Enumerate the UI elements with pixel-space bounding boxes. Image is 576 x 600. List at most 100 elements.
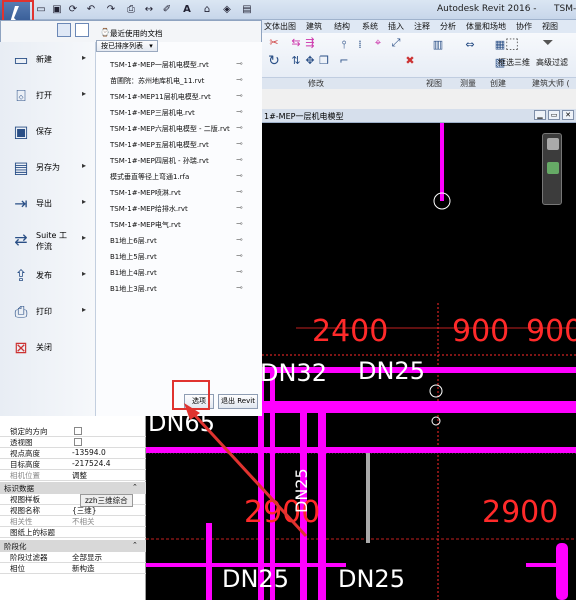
measure-icon[interactable]: ↔ — [142, 3, 156, 17]
pin-icon[interactable]: ⊸ — [236, 187, 243, 196]
view-window-titlebar[interactable]: 1#-MEP一层机电模型 ▁ ▭ ✕ — [262, 109, 576, 123]
recent-file-item[interactable]: 模式垂直等径上弯通1.rfa ⊸ — [96, 170, 262, 184]
menu-item-suite-workflows[interactable]: ⇄ Suite 工作流 ▸ — [0, 222, 96, 258]
switch-windows-icon[interactable]: ▤ — [240, 3, 254, 17]
cut-icon[interactable]: ✂ — [268, 37, 280, 49]
filter-icon[interactable]: ⏷ — [540, 36, 556, 53]
pin-icon[interactable]: ⊸ — [236, 267, 243, 276]
property-row[interactable]: 视点高度 -13594.0 — [0, 448, 146, 459]
tab-view[interactable]: 视图 — [542, 21, 558, 32]
tab-analyze[interactable]: 分析 — [440, 21, 456, 32]
tab-insert[interactable]: 插入 — [388, 21, 404, 32]
property-value[interactable]: -13594.0 — [72, 448, 106, 457]
close-view-button[interactable]: ✕ — [562, 110, 574, 120]
property-section-header[interactable]: 阶段化 ⌃ — [0, 540, 146, 552]
recent-file-item[interactable]: TSM-1#-MEP六层机电模型 - 二版.rvt ⊸ — [96, 122, 262, 136]
property-row[interactable]: 相机位置 调整 — [0, 470, 146, 481]
redo-icon[interactable]: ↷ — [104, 3, 118, 17]
view-tools-icon[interactable]: ▥ — [432, 39, 444, 51]
recent-file-item[interactable]: 苗圃院：苏州地库机电_11.rvt ⊸ — [96, 74, 262, 88]
section-icon[interactable]: ◈ — [220, 3, 234, 17]
property-row[interactable]: 透视图 — [0, 437, 146, 448]
tab-massing[interactable]: 体量和场地 — [466, 21, 506, 32]
rotate-icon[interactable]: ↻ — [268, 54, 280, 68]
delete-icon[interactable]: ✖ — [404, 55, 416, 67]
pin-icon[interactable]: ⊸ — [236, 251, 243, 260]
recent-file-item[interactable]: B1地上4层.rvt ⊸ — [96, 266, 262, 280]
property-row[interactable]: 阶段过滤器 全部显示 — [0, 552, 146, 563]
array-icon[interactable]: ⁞ — [354, 39, 366, 51]
box-3d-button[interactable]: 框选三维 — [498, 57, 530, 68]
recent-file-item[interactable]: TSM-1#-MEP五层机电模型.rvt ⊸ — [96, 138, 262, 152]
advanced-filter-button[interactable]: 高级过滤 — [536, 57, 568, 68]
recent-file-item[interactable]: B1地上5层.rvt ⊸ — [96, 250, 262, 264]
property-row[interactable]: 目标高度 -217524.4 — [0, 459, 146, 470]
pin-icon[interactable]: ⌖ — [372, 37, 384, 49]
pin-icon[interactable]: ⊸ — [236, 139, 243, 148]
pin-icon[interactable]: ⊸ — [236, 75, 243, 84]
pin-icon[interactable]: ⊸ — [236, 171, 243, 180]
save-icon[interactable]: ▣ — [50, 3, 64, 17]
copy-icon[interactable]: ❐ — [318, 55, 330, 67]
pin-icon[interactable]: ⊸ — [236, 59, 243, 68]
property-row[interactable]: 视图样板 zzh三维综合 — [0, 494, 146, 507]
tab-collaborate[interactable]: 协作 — [516, 21, 532, 32]
tab-annotate[interactable]: 注释 — [414, 21, 430, 32]
open-icon[interactable]: ▭ — [34, 3, 48, 17]
restore-view-button[interactable]: ▭ — [548, 110, 560, 120]
recent-documents-icon[interactable] — [75, 23, 89, 37]
recent-file-item[interactable]: TSM-1#-MEP四层机 - 孙瑞.rvt ⊸ — [96, 154, 262, 168]
pin-icon[interactable]: ⊸ — [236, 203, 243, 212]
print-icon[interactable]: ⎙ — [124, 3, 138, 17]
property-value[interactable]: {三维} — [72, 505, 97, 516]
property-section-header[interactable]: 标识数据 ⌃ — [0, 482, 146, 494]
zoom-icon[interactable] — [547, 162, 559, 174]
tab-architecture[interactable]: 建筑 — [306, 21, 322, 32]
recent-file-item[interactable]: TSM-1#-MEP11层机电模型.rvt ⊸ — [96, 90, 262, 104]
menu-item-new[interactable]: ▭ 新建 ▸ — [0, 42, 96, 78]
collapse-icon[interactable]: ⌃ — [132, 541, 138, 549]
pin-icon[interactable]: ⊸ — [236, 235, 243, 244]
recent-file-item[interactable]: B1地上3层.rvt ⊸ — [96, 282, 262, 296]
property-value[interactable]: -217524.4 — [72, 459, 111, 468]
recent-file-item[interactable]: B1地上6层.rvt ⊸ — [96, 234, 262, 248]
text-icon[interactable]: A — [180, 3, 194, 17]
navigation-bar[interactable] — [542, 133, 562, 205]
recent-file-item[interactable]: TSM-1#-MEP喷淋.rvt ⊸ — [96, 186, 262, 200]
undo-icon[interactable]: ↶ — [84, 3, 98, 17]
open-documents-icon[interactable] — [57, 23, 71, 37]
minimize-view-button[interactable]: ▁ — [534, 110, 546, 120]
sync-icon[interactable]: ⟳ — [66, 3, 80, 17]
property-value[interactable]: 新构造 — [72, 563, 95, 574]
mirror-icon[interactable]: ⇅ — [290, 55, 302, 67]
tab-annotation-output[interactable]: 文体出图 — [264, 21, 296, 32]
box-3d-icon[interactable]: ⬚ — [504, 36, 520, 53]
menu-item-save-as[interactable]: ▤ 另存为 ▸ — [0, 150, 96, 186]
pin-icon[interactable]: ⊸ — [236, 283, 243, 292]
offset-icon[interactable]: ⇶ — [304, 37, 316, 49]
menu-item-close[interactable]: ⊠ 关闭 — [0, 330, 96, 366]
exit-revit-button[interactable]: 退出 Revit — [218, 394, 258, 409]
3d-view-icon[interactable]: ⌂ — [200, 3, 214, 17]
menu-item-export[interactable]: ⇥ 导出 ▸ — [0, 186, 96, 222]
recent-file-item[interactable]: TSM-1#-MEP电气.rvt ⊸ — [96, 218, 262, 232]
recent-file-item[interactable]: TSM-1#-MEP三层机电.rvt ⊸ — [96, 106, 262, 120]
pin-icon[interactable]: ⊸ — [236, 155, 243, 164]
trim-icon[interactable]: ⌐ — [338, 55, 350, 67]
property-checkbox[interactable] — [74, 438, 82, 446]
menu-item-open[interactable]: ⌺ 打开 ▸ — [0, 78, 96, 114]
dimension-icon[interactable]: ✐ — [160, 3, 174, 17]
collapse-icon[interactable]: ⌃ — [132, 483, 138, 491]
property-row[interactable]: 相关性 不相关 — [0, 516, 146, 527]
recent-file-item[interactable]: TSM-1#-MEP给排水.rvt ⊸ — [96, 202, 262, 216]
property-row[interactable]: 视图名称 {三维} — [0, 505, 146, 516]
scale-icon[interactable]: ⤢ — [390, 37, 402, 49]
pin-icon[interactable]: ⊸ — [236, 123, 243, 132]
split-icon[interactable]: ⫯ — [338, 39, 350, 51]
property-row[interactable]: 图纸上的标题 — [0, 527, 146, 538]
property-row[interactable]: 锁定的方向 — [0, 426, 146, 437]
menu-item-publish[interactable]: ⇪ 发布 ▸ — [0, 258, 96, 294]
pin-icon[interactable]: ⊸ — [236, 107, 243, 116]
align-icon[interactable]: ⇆ — [290, 37, 302, 49]
menu-item-print[interactable]: ⎙ 打印 ▸ — [0, 294, 96, 330]
